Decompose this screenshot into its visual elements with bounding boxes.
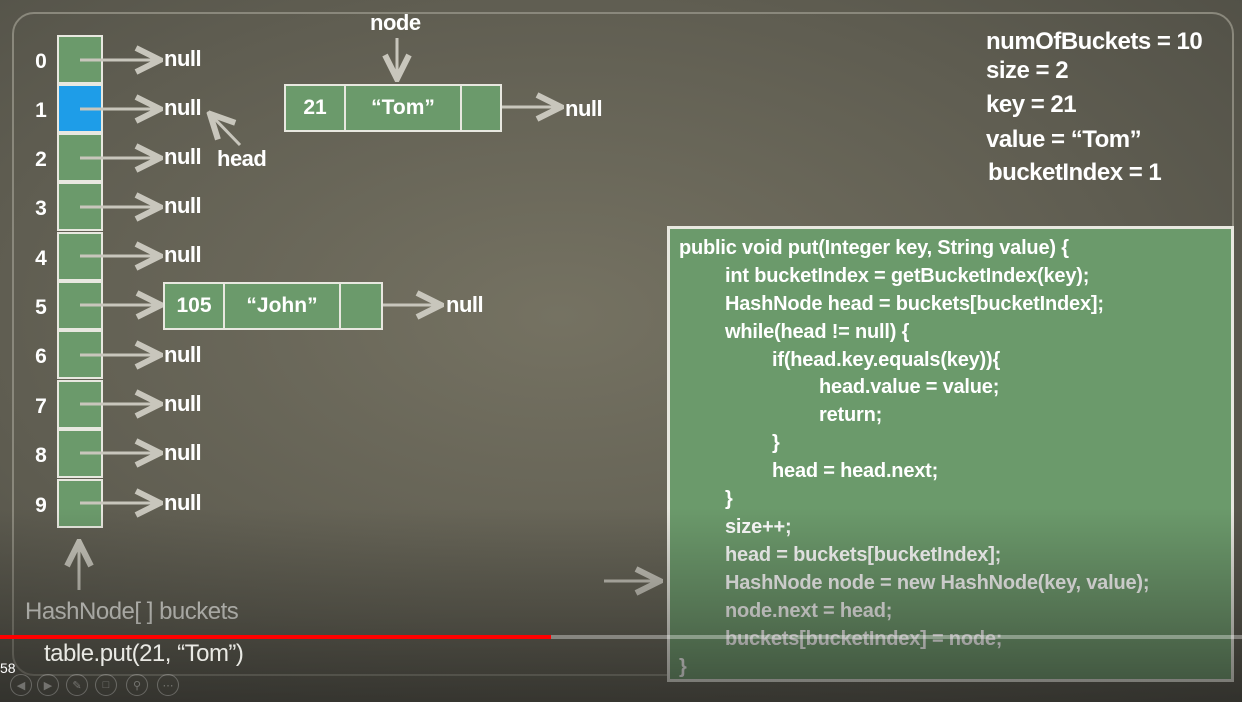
code-line: return; — [819, 404, 883, 426]
previous-icon[interactable]: ◀ — [10, 674, 32, 696]
null-label: null — [446, 292, 484, 317]
null-label: null — [164, 193, 202, 218]
zoom-icon[interactable]: ⚲ — [126, 674, 148, 696]
edit-icon[interactable]: ✎ — [66, 674, 88, 696]
null-label: null — [164, 391, 202, 416]
code-line: head = buckets[bucketIndex]; — [725, 544, 1002, 566]
code-line: } — [772, 432, 780, 454]
node-value: “John” — [225, 284, 341, 328]
state-bucket-index: bucketIndex = 1 — [988, 159, 1162, 186]
code-line: } — [679, 656, 687, 678]
node-label: node — [370, 10, 421, 35]
arrow-icon — [212, 116, 242, 147]
null-label: null — [164, 95, 202, 120]
code-line: while(head != null) { — [725, 321, 910, 343]
node-next — [341, 284, 381, 328]
head-label: head — [217, 146, 267, 171]
more-icon[interactable]: ⋯ — [157, 674, 179, 696]
node-key: 105 — [165, 284, 225, 328]
code-line: int bucketIndex = getBucketIndex(key); — [725, 265, 1090, 287]
null-label: null — [164, 490, 202, 515]
progress-fill — [0, 635, 552, 639]
node-next — [462, 86, 500, 130]
play-icon[interactable]: ▶ — [37, 674, 59, 696]
code-line: head.value = value; — [819, 376, 1000, 398]
state-key: key = 21 — [986, 91, 1077, 118]
code-line: head = head.next; — [772, 460, 939, 482]
code-line: node.next = head; — [725, 600, 893, 622]
video-frame: 0 1 2 3 4 5 6 7 8 9 null null null null … — [0, 0, 1242, 702]
null-label: null — [164, 342, 202, 367]
call-label: table.put(21, “Tom”) — [44, 640, 244, 667]
state-value: value = “Tom” — [986, 126, 1142, 153]
code-line: } — [725, 488, 733, 510]
code-line: if(head.key.equals(key)){ — [772, 349, 1001, 371]
null-label: null — [565, 96, 603, 121]
save-icon[interactable]: □ — [95, 674, 117, 696]
node-tom: 21 “Tom” — [284, 84, 502, 132]
code-line: buckets[bucketIndex] = node; — [725, 628, 1003, 650]
code-line: public void put(Integer key, String valu… — [679, 237, 1069, 259]
code-line: HashNode node = new HashNode(key, value)… — [725, 572, 1150, 594]
null-label: null — [164, 242, 202, 267]
null-label: null — [164, 440, 202, 465]
code-line: size++; — [725, 516, 792, 538]
code-line: HashNode head = buckets[bucketIndex]; — [725, 293, 1104, 315]
node-value: “Tom” — [346, 86, 462, 130]
buckets-label: HashNode[ ] buckets — [25, 598, 239, 625]
code-panel: public void put(Integer key, String valu… — [667, 226, 1234, 682]
time-display: 58 — [0, 660, 16, 676]
null-label: null — [164, 144, 202, 169]
progress-bar[interactable] — [0, 635, 1242, 639]
state-size: size = 2 — [986, 57, 1069, 84]
node-key: 21 — [286, 86, 346, 130]
null-label: null — [164, 46, 202, 71]
state-num-buckets: numOfBuckets = 10 — [986, 28, 1203, 55]
node-john: 105 “John” — [163, 282, 383, 330]
